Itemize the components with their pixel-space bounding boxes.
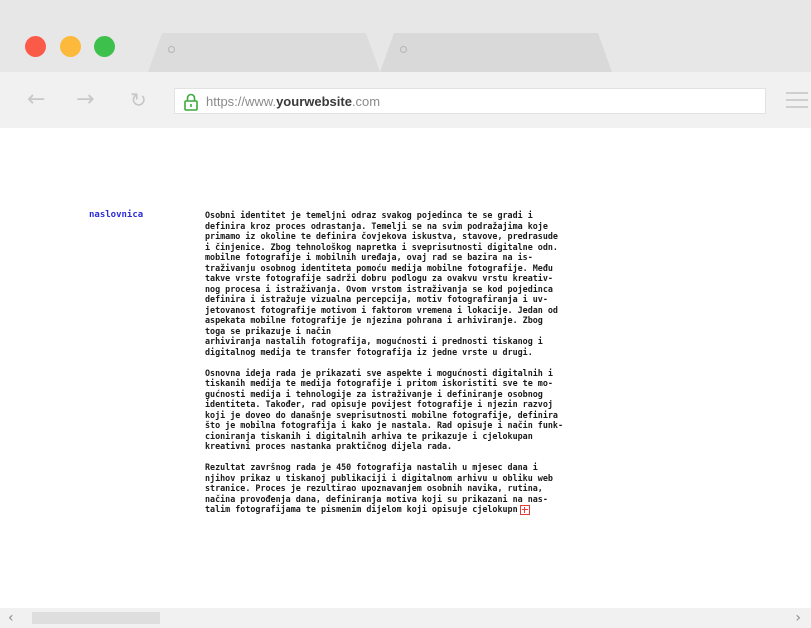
close-window-button[interactable]	[25, 36, 46, 57]
navigation-bar: ← → ↻ https://www.yourwebsite.com	[0, 72, 811, 128]
paragraph-3: Rezultat završnog rada je 450 fotografij…	[205, 462, 651, 515]
page-content: naslovnica Osobni identitet je temeljni …	[0, 128, 811, 608]
plus-box-icon[interactable]	[519, 504, 530, 515]
nav-link-naslovnica[interactable]: naslovnica	[89, 210, 143, 220]
scroll-right-arrow-icon[interactable]: ›	[795, 610, 801, 626]
paragraph-1: Osobni identitet je temeljni odraz svako…	[205, 210, 558, 357]
browser-tab-2[interactable]	[380, 33, 612, 72]
horizontal-scrollbar[interactable]: ‹ ›	[0, 608, 811, 628]
maximize-window-button[interactable]	[94, 36, 115, 57]
title-bar	[0, 0, 811, 72]
url-domain: yourwebsite	[276, 94, 352, 109]
forward-arrow-icon[interactable]: →	[76, 88, 94, 112]
scrollbar-thumb[interactable]	[32, 612, 160, 624]
back-arrow-icon[interactable]: ←	[27, 88, 45, 112]
url-prefix: https://www.	[206, 94, 277, 109]
tab-favicon-icon	[400, 46, 407, 53]
article-text: Osobni identitet je temeljni odraz svako…	[205, 210, 651, 525]
lock-icon	[184, 93, 198, 111]
tab-favicon-icon	[168, 46, 175, 53]
paragraph-2: Osnovna ideja rada je prikazati sve aspe…	[205, 367, 563, 452]
reload-icon[interactable]: ↻	[130, 88, 147, 112]
minimize-window-button[interactable]	[60, 36, 81, 57]
browser-window: ← → ↻ https://www.yourwebsite.com naslov…	[0, 0, 811, 628]
url-suffix: .com	[351, 94, 381, 109]
paragraph-3-text: Rezultat završnog rada je 450 fotografij…	[205, 462, 553, 514]
url-text: https://www.yourwebsite.com	[206, 94, 380, 109]
hamburger-menu-icon[interactable]	[786, 92, 808, 108]
address-bar[interactable]: https://www.yourwebsite.com	[174, 88, 766, 114]
browser-tab-1[interactable]	[148, 33, 380, 72]
scroll-left-arrow-icon[interactable]: ‹	[8, 610, 14, 626]
